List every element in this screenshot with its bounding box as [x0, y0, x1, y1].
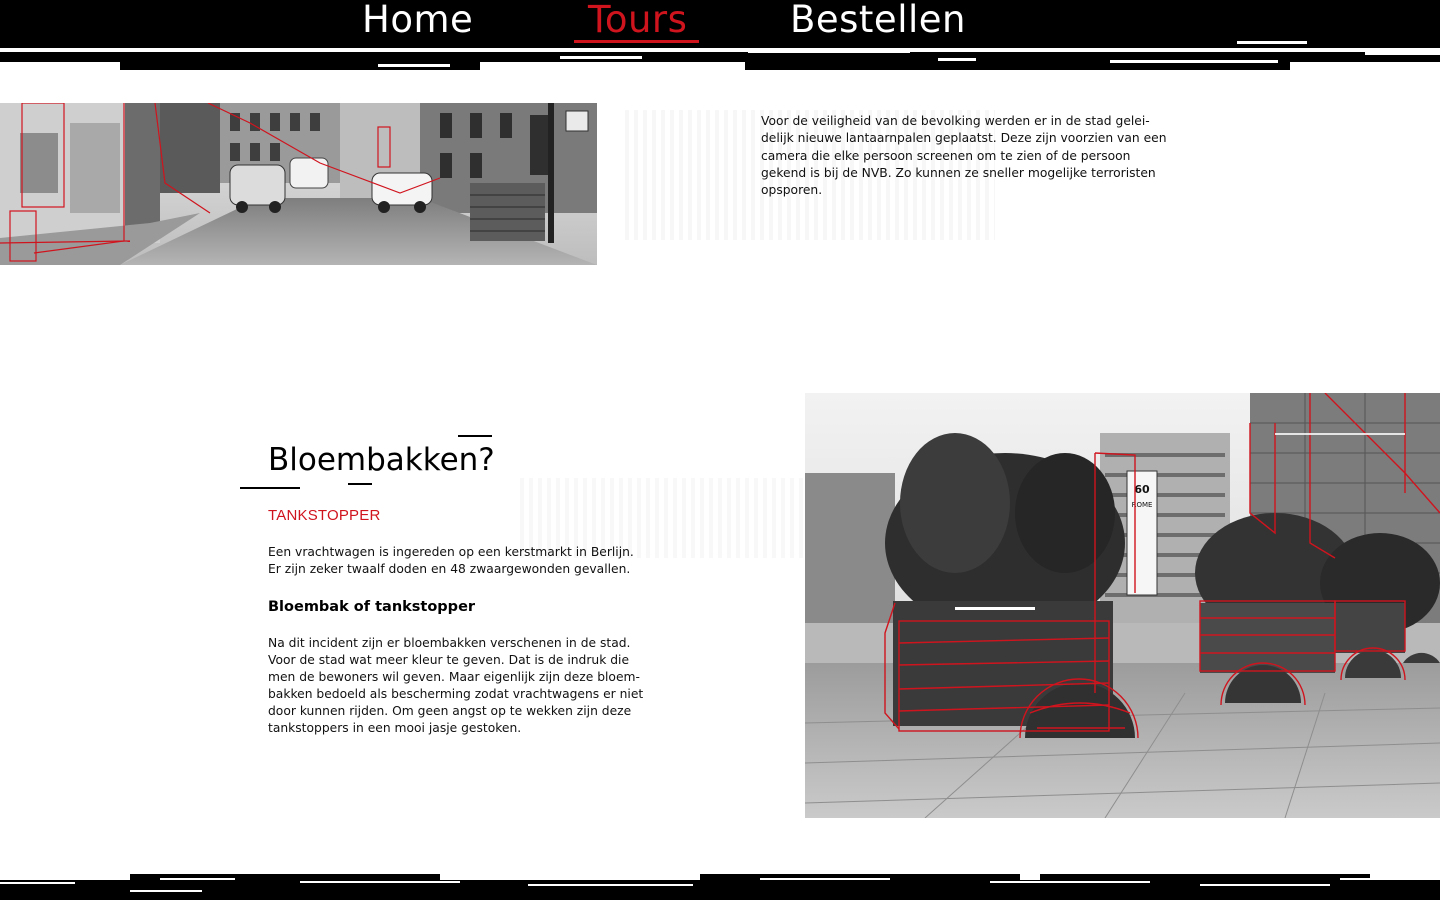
planter-tankstopper-photo: 60 ROME — [805, 393, 1440, 818]
bottom-glitch-line — [1200, 884, 1330, 886]
bottom-decorative-bar — [0, 872, 1440, 900]
nav-tours-link[interactable]: Tours — [588, 0, 687, 44]
heading-deco-line — [348, 483, 372, 485]
street-camera-photo — [0, 103, 597, 265]
banner-text: 60 — [1134, 483, 1150, 496]
bottom-glitch-line — [300, 881, 460, 883]
section-paragraph-2: Na dit incident zijn er bloembakken vers… — [268, 636, 644, 735]
heading-deco-line — [458, 435, 492, 437]
nav-glitch-line — [560, 56, 642, 59]
bottom-glitch-line — [760, 878, 890, 880]
planter-photo-illustration: 60 ROME — [805, 393, 1440, 818]
bottom-band — [0, 880, 1440, 900]
bottom-glitch-line — [1340, 878, 1440, 880]
glitch-ghost-block — [520, 478, 805, 558]
nav-active-underline — [574, 40, 699, 43]
section-subtitle: Bloembak of tankstopper — [268, 599, 476, 615]
bottom-glitch-line — [465, 878, 501, 880]
nav-glitch-line — [748, 50, 910, 53]
nav-stripe — [1100, 62, 1290, 70]
nav-bestellen-link[interactable]: Bestellen — [790, 0, 966, 44]
nav-glitch-line — [1110, 60, 1278, 63]
street-photo-illustration — [0, 103, 597, 265]
section-kicker: TANKSTOPPER — [268, 507, 381, 524]
bottom-glitch-line — [990, 881, 1150, 883]
bottom-glitch-line — [160, 878, 235, 880]
top-navigation-bar: Home Tours Bestellen — [0, 0, 1440, 72]
nav-glitch-line — [1365, 52, 1440, 55]
nav-band — [0, 0, 1440, 48]
heading-deco-line — [240, 487, 300, 489]
bottom-glitch-line — [0, 882, 75, 884]
section-title: Bloembakken? — [268, 442, 495, 478]
nav-glitch-line — [0, 48, 370, 51]
bottom-glitch-line — [130, 890, 202, 892]
nav-glitch-line — [938, 58, 976, 61]
nav-home-link[interactable]: Home — [362, 0, 473, 44]
bottom-stripe — [1040, 874, 1370, 880]
intro-text: Voor de veiligheid van de bevolking werd… — [761, 114, 1167, 198]
nav-glitch-line — [378, 64, 450, 67]
nav-glitch-line — [1237, 41, 1307, 44]
bottom-glitch-line — [528, 884, 693, 886]
